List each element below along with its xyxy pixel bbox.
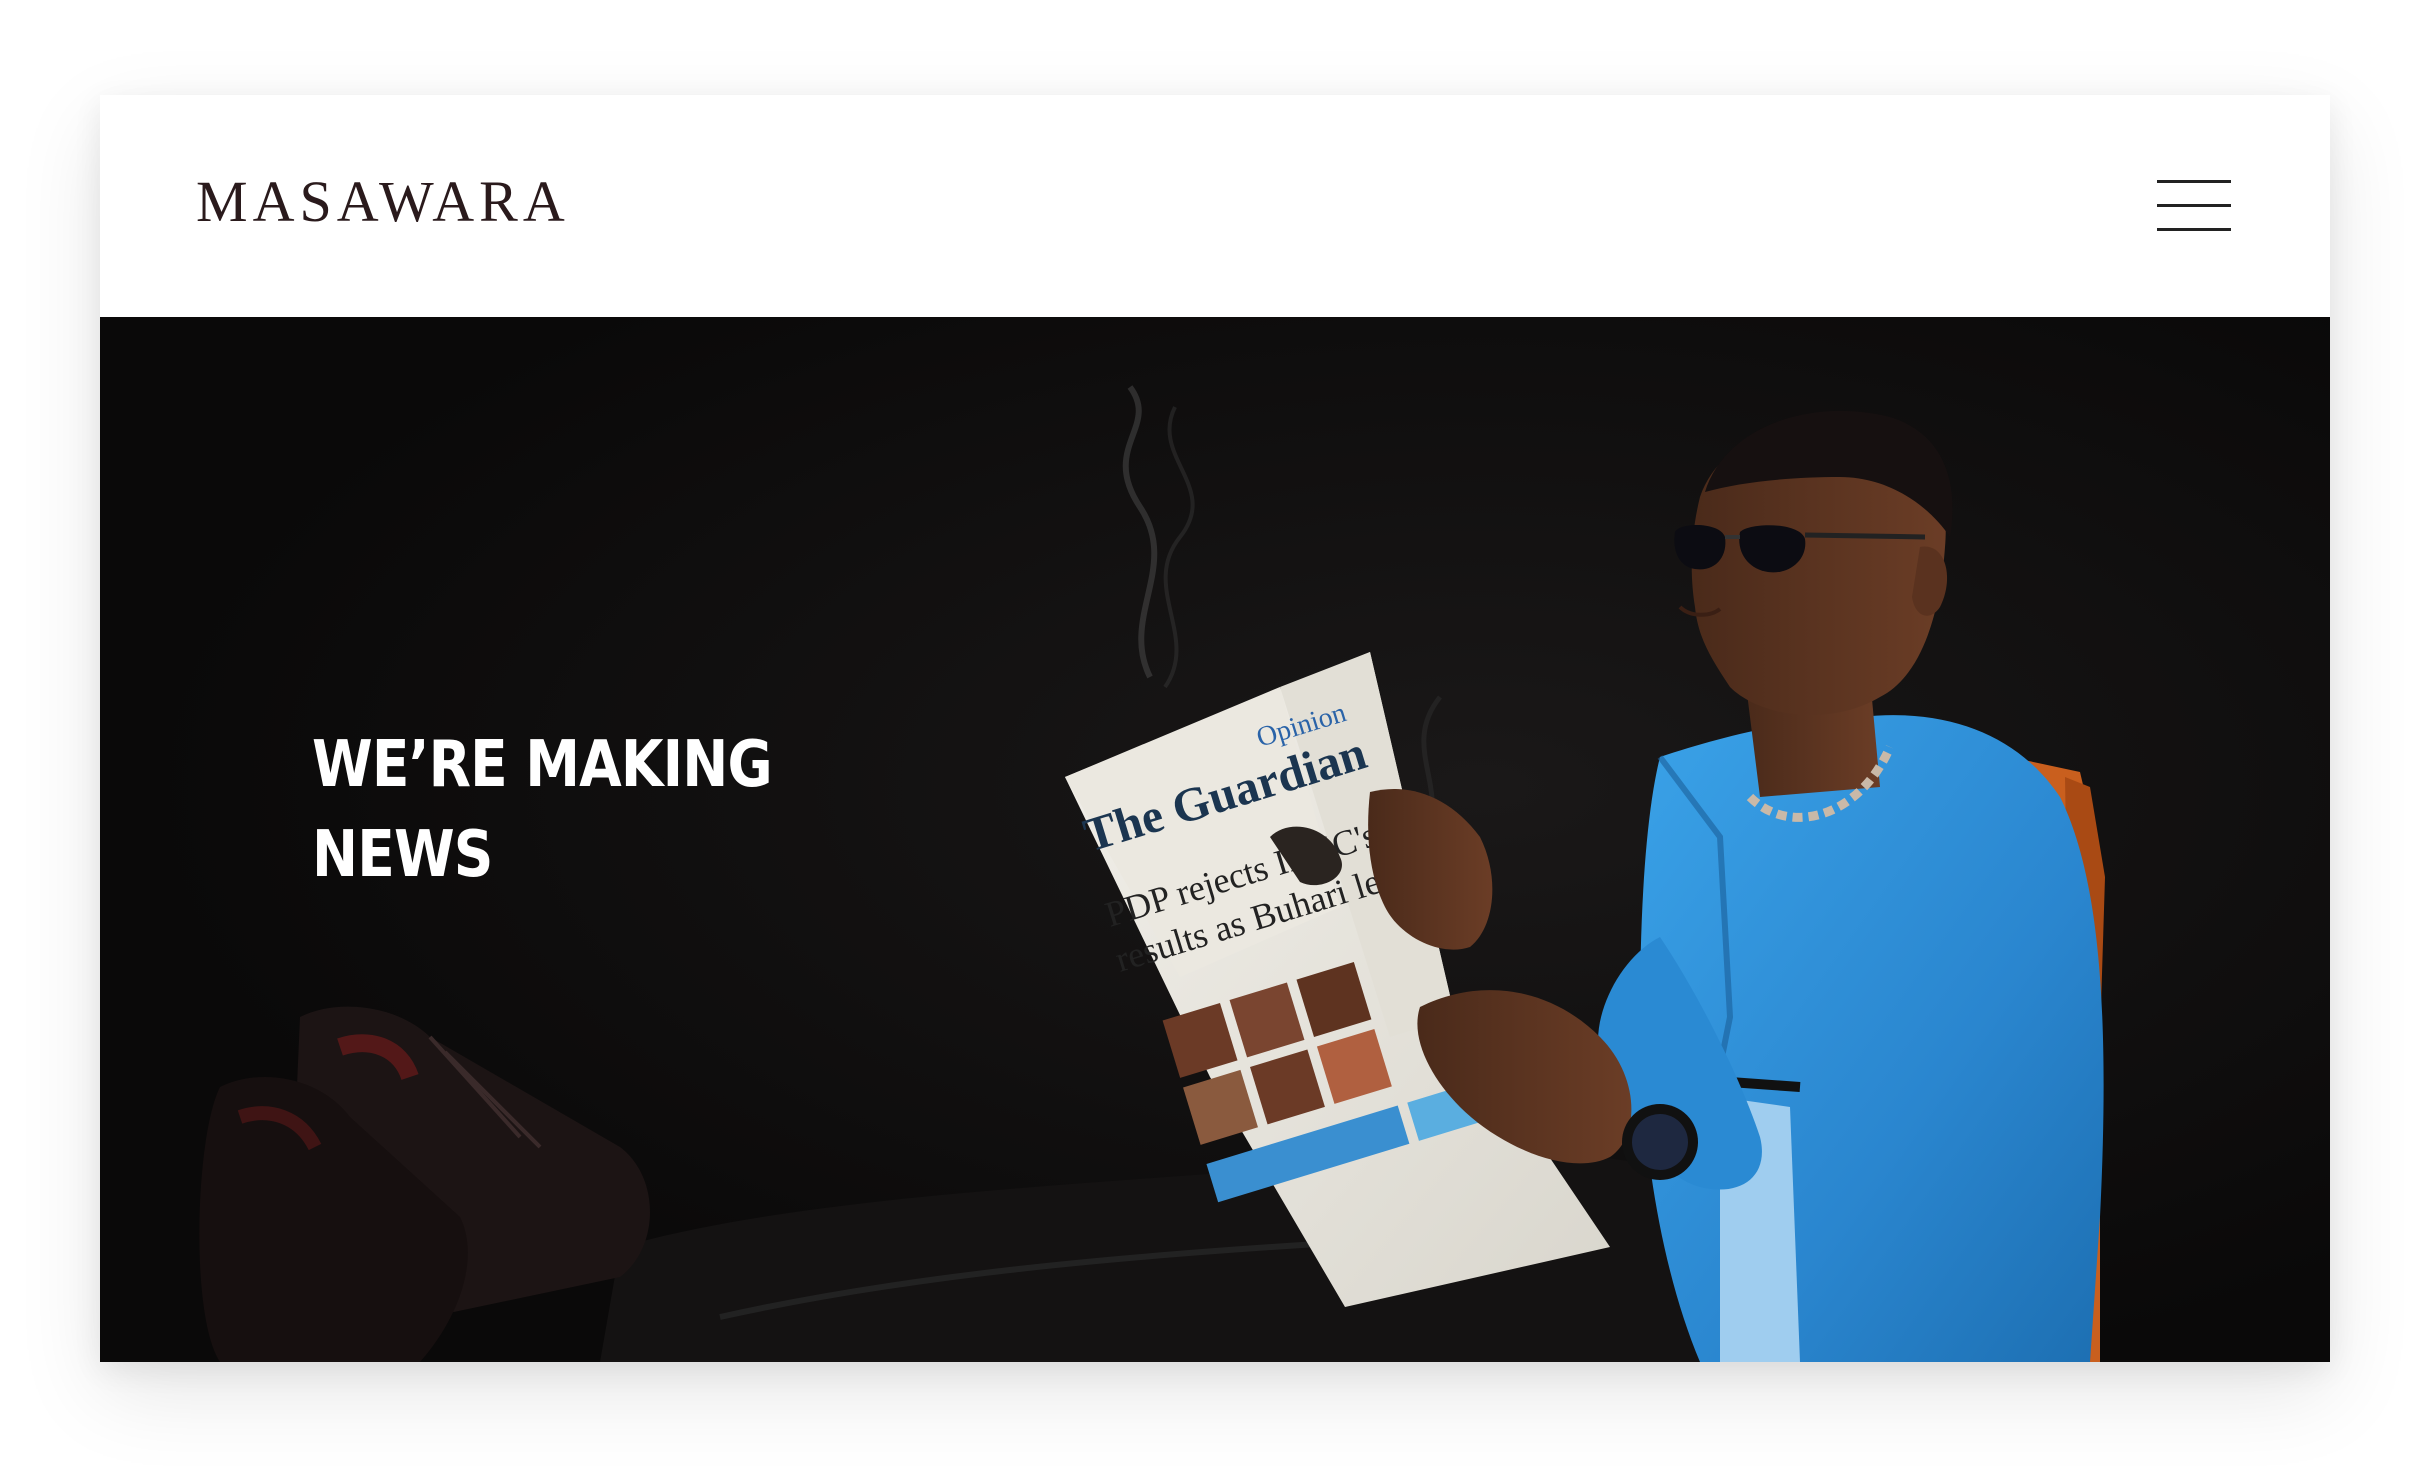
menu-line [2157,180,2231,183]
hero-headline-line-1: WE’RE MAKING [312,727,773,802]
hero-headline: WE’RE MAKING NEWS [312,720,828,900]
site-header: MASAWARA [100,95,2330,317]
hero-section: The Guardian Opinion PDP rejects INEC's … [100,317,2330,1362]
hamburger-menu-icon[interactable] [2157,180,2231,232]
menu-line [2157,228,2231,231]
browser-window: MASAWARA The Guardian Opinion PDP reject… [100,95,2330,1362]
hero-headline-line-2: NEWS [312,817,493,892]
menu-line [2157,204,2231,207]
screen: MASAWARA The Guardian Opinion PDP reject… [0,0,2430,1466]
site-logo[interactable]: MASAWARA [196,173,570,231]
